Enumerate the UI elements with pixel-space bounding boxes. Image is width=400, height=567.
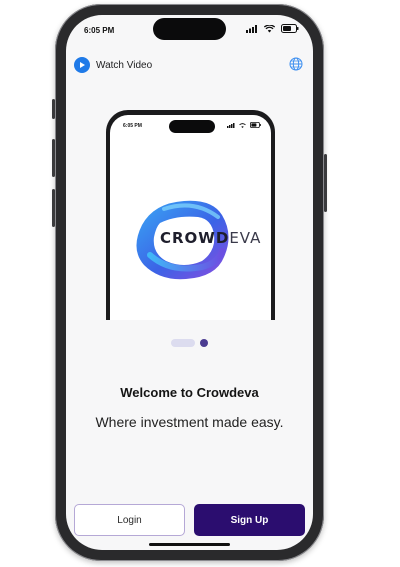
wifi-icon bbox=[264, 24, 275, 32]
mockup-status-bar: 6:05 PM bbox=[110, 115, 271, 135]
volume-up-button bbox=[52, 139, 55, 177]
phone-mockup-screen: 6:05 PM CROWDEVA bbox=[110, 115, 271, 320]
page-dot-1[interactable] bbox=[171, 339, 195, 347]
action-button bbox=[52, 99, 55, 119]
page-indicator bbox=[66, 339, 313, 347]
volume-down-button bbox=[52, 189, 55, 227]
signal-icon bbox=[246, 24, 257, 33]
mockup-signal-icon bbox=[227, 122, 235, 128]
logo-text-crowd: CROWD bbox=[160, 229, 230, 247]
status-bar: 6:05 PM bbox=[66, 15, 313, 45]
status-icons bbox=[246, 24, 299, 33]
mockup-wifi-icon bbox=[239, 122, 246, 128]
mockup-dynamic-island bbox=[169, 120, 215, 133]
page-dot-2-active[interactable] bbox=[200, 339, 208, 347]
crowdeva-logo: CROWDEVA bbox=[124, 195, 260, 285]
logo-wordmark: CROWDEVA bbox=[160, 229, 261, 247]
play-icon bbox=[74, 57, 90, 73]
mockup-status-time: 6:05 PM bbox=[123, 123, 142, 129]
signup-button[interactable]: Sign Up bbox=[194, 504, 305, 536]
watch-video-label: Watch Video bbox=[96, 59, 153, 71]
app-screen: 6:05 PM Watch Video 6:05 PM CROWDEVA Wel… bbox=[66, 15, 313, 550]
welcome-title: Welcome to Crowdeva bbox=[120, 385, 259, 400]
dynamic-island bbox=[153, 18, 226, 40]
status-time: 6:05 PM bbox=[84, 26, 115, 35]
mockup-status-icons bbox=[227, 122, 261, 128]
tagline: Where investment made easy. bbox=[95, 414, 284, 430]
battery-icon bbox=[281, 24, 299, 33]
mockup-battery-icon bbox=[250, 122, 261, 128]
globe-icon[interactable] bbox=[289, 57, 303, 71]
login-button[interactable]: Login bbox=[74, 504, 185, 536]
watch-video-link[interactable]: Watch Video bbox=[74, 57, 152, 73]
power-button bbox=[324, 154, 327, 212]
home-indicator bbox=[149, 543, 230, 546]
logo-text-eva: EVA bbox=[229, 229, 262, 247]
